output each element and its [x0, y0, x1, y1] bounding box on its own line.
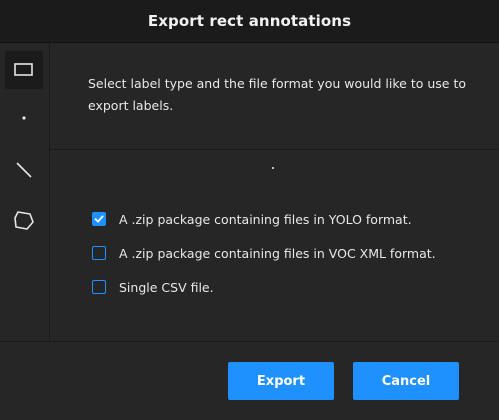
line-icon	[16, 162, 32, 178]
option-yolo-label: A .zip package containing files in YOLO …	[119, 211, 412, 227]
description-text: Select label type and the file format yo…	[88, 76, 466, 113]
export-content: Select label type and the file format yo…	[50, 43, 499, 341]
checkbox-yolo[interactable]	[92, 212, 106, 226]
cancel-button[interactable]: Cancel	[353, 362, 459, 400]
divider-dot	[272, 167, 274, 169]
polygon-icon	[14, 211, 34, 230]
description-panel: Select label type and the file format yo…	[50, 43, 499, 150]
export-button[interactable]: Export	[228, 362, 334, 400]
option-voc[interactable]: A .zip package containing files in VOC X…	[92, 243, 436, 263]
point-icon	[22, 116, 26, 120]
line-tool-button[interactable]	[5, 151, 43, 189]
option-csv-label: Single CSV file.	[119, 279, 214, 295]
option-csv[interactable]: Single CSV file.	[92, 277, 214, 297]
dialog-title: Export rect annotations	[147, 12, 352, 30]
label-type-toolbar	[0, 43, 50, 341]
rect-icon	[14, 63, 33, 76]
polygon-tool-button[interactable]	[5, 201, 43, 239]
dialog-footer: Export Cancel	[0, 341, 499, 420]
export-dialog: Export rect annotations Select label typ…	[0, 0, 499, 420]
checkbox-csv[interactable]	[92, 280, 106, 294]
checkbox-voc[interactable]	[92, 246, 106, 260]
option-yolo[interactable]: A .zip package containing files in YOLO …	[92, 209, 412, 229]
point-tool-button[interactable]	[5, 99, 43, 137]
option-voc-label: A .zip package containing files in VOC X…	[119, 245, 436, 261]
dialog-header: Export rect annotations	[0, 0, 499, 43]
check-icon	[94, 215, 104, 223]
rect-tool-button[interactable]	[5, 51, 43, 89]
